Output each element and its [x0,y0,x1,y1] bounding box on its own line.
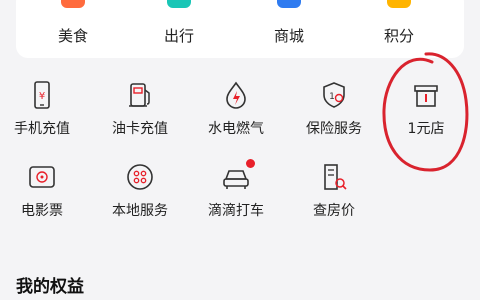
service-label: 1元店 [407,121,445,137]
category-label: 积分 [383,27,414,45]
service-grid: ¥ 手机充值 油卡充值 水电燃气 1 保险服务 1元店 电影票 本地服务 滴滴打… [0,70,480,240]
house-price-icon [319,162,349,192]
utilities-icon [221,80,251,110]
service-utilities[interactable]: 水电燃气 [186,74,286,144]
mall-icon [277,0,301,8]
category-card: 美食 出行 商城 积分 [16,0,464,58]
svg-text:¥: ¥ [39,91,45,102]
category-label: 美食 [57,27,88,45]
insurance-icon: 1 [319,80,349,110]
service-label: 手机充值 [14,121,70,137]
section-title-my-benefits: 我的权益 [16,277,84,297]
local-service-icon [125,162,155,192]
food-icon [61,0,85,8]
store-icon [411,80,441,110]
service-label: 滴滴打车 [208,203,264,219]
notification-dot [246,159,255,168]
service-label: 本地服务 [112,203,168,219]
service-one-yuan-store[interactable]: 1元店 [376,74,476,144]
service-phone-recharge[interactable]: ¥ 手机充值 [0,74,92,144]
fuel-card-icon [125,80,155,110]
category-label: 出行 [163,27,194,45]
service-label: 油卡充值 [112,121,168,137]
svg-text:1: 1 [329,92,335,102]
travel-icon [167,0,191,8]
service-local[interactable]: 本地服务 [90,156,190,226]
service-label: 查房价 [313,203,355,219]
service-house-price[interactable]: 查房价 [284,156,384,226]
category-label: 商城 [273,27,304,45]
service-didi-taxi[interactable]: 滴滴打车 [186,156,286,226]
service-fuel-card[interactable]: 油卡充值 [90,74,190,144]
taxi-icon [221,159,255,192]
service-movie-ticket[interactable]: 电影票 [0,156,92,226]
service-label: 电影票 [21,203,63,219]
service-label: 保险服务 [306,121,362,137]
service-label: 水电燃气 [208,121,264,137]
phone-recharge-icon: ¥ [27,80,57,110]
service-insurance[interactable]: 1 保险服务 [284,74,384,144]
points-icon [387,0,411,8]
movie-ticket-icon [27,162,57,192]
